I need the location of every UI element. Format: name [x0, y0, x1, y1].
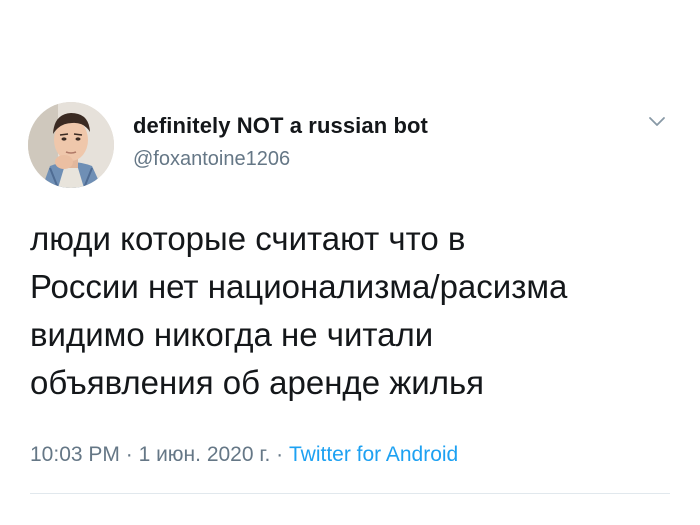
author-info: definitely NOT a russian bot @foxantoine… — [133, 112, 428, 172]
divider — [30, 493, 670, 494]
author-handle[interactable]: @foxantoine1206 — [133, 146, 428, 172]
tweet-date[interactable]: 1 июн. 2020 г. — [139, 443, 271, 466]
meta-separator-2: · — [270, 443, 289, 466]
meta-separator: · — [119, 443, 139, 466]
more-options-button[interactable] — [644, 108, 670, 134]
author-display-name[interactable]: definitely NOT a russian bot — [133, 112, 428, 140]
tweet-card: definitely NOT a russian bot @foxantoine… — [0, 0, 700, 525]
chevron-down-icon — [649, 117, 665, 126]
tweet-source-link[interactable]: Twitter for Android — [289, 443, 458, 466]
tweet-text: люди которые считают что в России нет на… — [30, 220, 568, 401]
tweet-meta: 10:03 PM · 1 июн. 2020 г. · Twitter for … — [30, 441, 458, 469]
avatar-photo-icon — [28, 102, 114, 188]
avatar[interactable] — [28, 102, 114, 188]
tweet-time[interactable]: 10:03 PM — [30, 443, 120, 466]
